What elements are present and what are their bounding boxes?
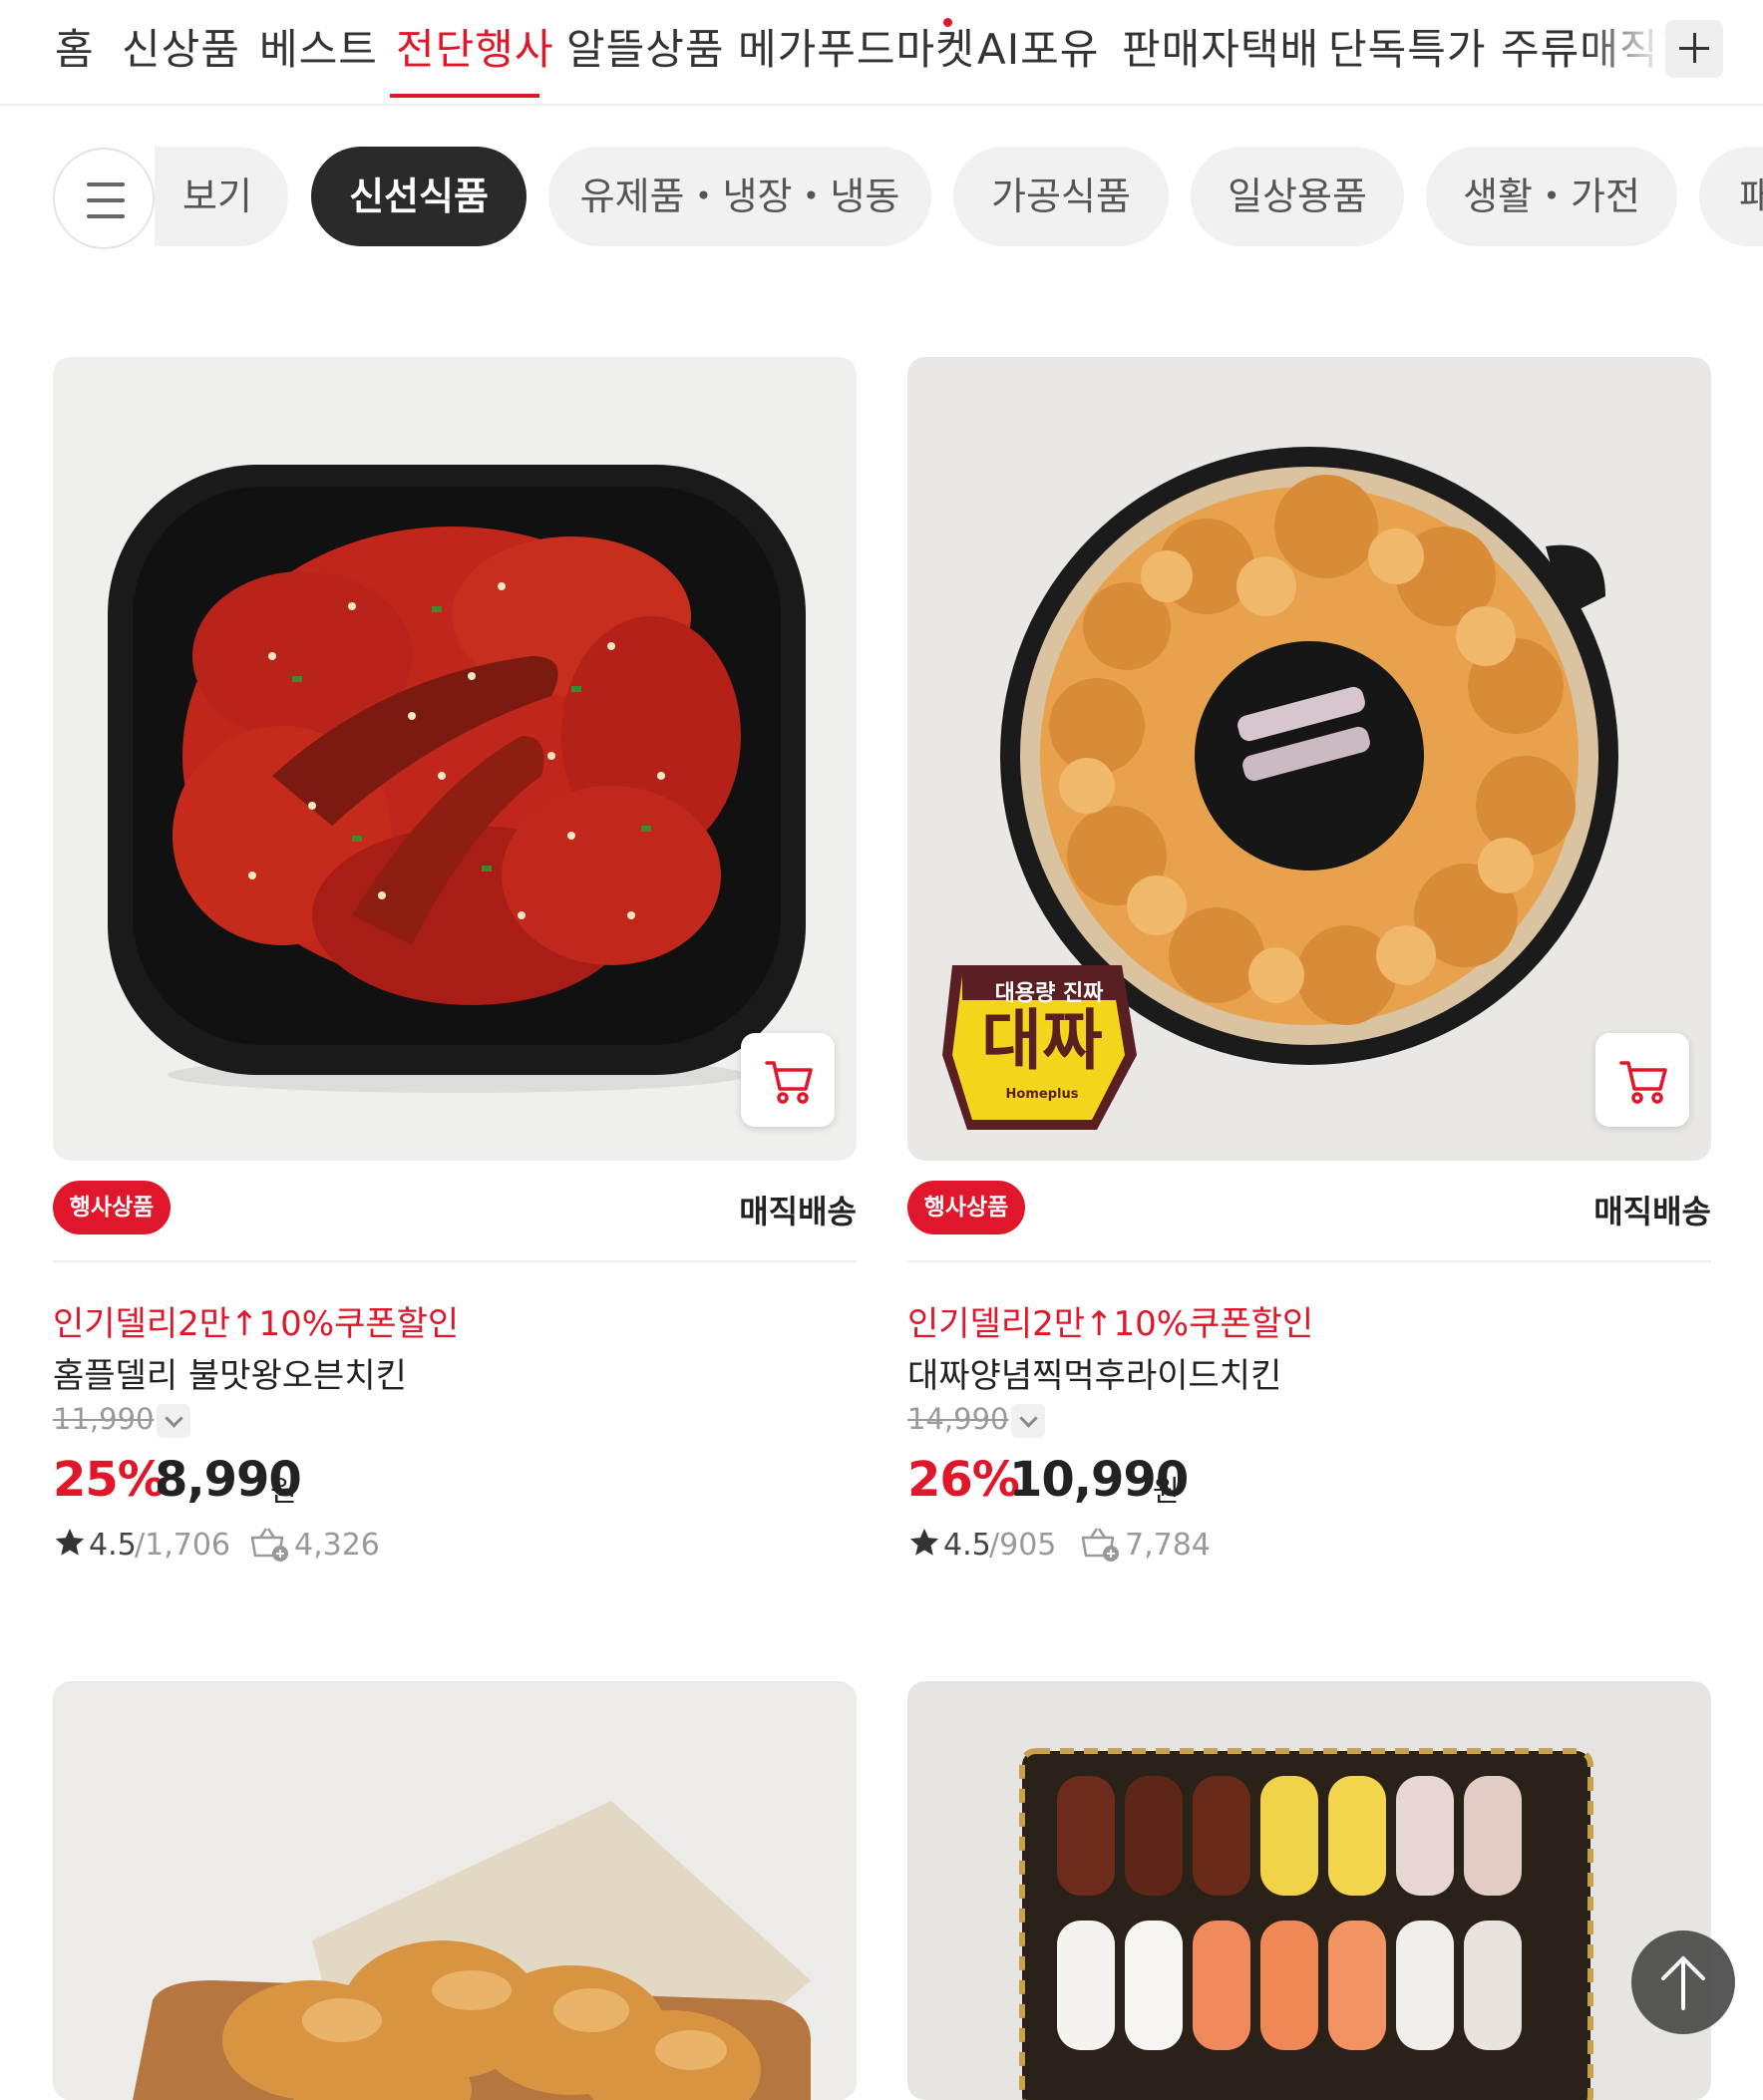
- product-card[interactable]: [907, 1681, 1711, 2100]
- purchase-count: 7,784: [1125, 1528, 1211, 1563]
- product-name[interactable]: 홈플델리 불맛왕오븐치킨: [53, 1348, 407, 1397]
- chip-fresh-food[interactable]: 신선식품: [311, 147, 527, 246]
- subcategory-chips: 보기 신선식품 유제품・냉장・냉동 가공식품 일상용품 생활・가전 패: [0, 140, 1763, 249]
- arrow-up-icon: [1661, 1956, 1705, 2010]
- purchase-count: 4,326: [294, 1528, 380, 1563]
- fried-chicken-platter-image: [53, 1681, 857, 2100]
- original-price: 11,990: [53, 1402, 155, 1436]
- price-detail-chevron-icon[interactable]: [157, 1404, 190, 1438]
- basket-plus-icon: [1081, 1528, 1119, 1562]
- top-category-nav: 홈 신상품 베스트 전단행사 알뜰상품 메가푸드마켓 AI포유 판매자택배 단독…: [0, 0, 1763, 106]
- nav-fade: [1586, 0, 1665, 100]
- sticker-main-text: 대짜: [981, 1002, 1103, 1079]
- yangnyeom-chicken-image: [53, 357, 857, 1161]
- sticker-brand-text: Homeplus: [1005, 1087, 1079, 1102]
- currency-unit: 원: [270, 1474, 297, 1508]
- currency-unit: 원: [1153, 1474, 1180, 1508]
- expand-tabs-button[interactable]: [1665, 20, 1723, 78]
- basket-plus-icon: [250, 1528, 288, 1562]
- sushi-platter-image: [907, 1681, 1711, 2100]
- tab-best[interactable]: 베스트: [259, 22, 378, 78]
- chip-view-all[interactable]: 보기: [155, 147, 288, 246]
- new-indicator-dot: [943, 18, 952, 27]
- chip-label: 패: [1739, 175, 1763, 218]
- chip-label: 보기: [182, 175, 252, 218]
- chip-processed-food[interactable]: 가공식품: [953, 147, 1169, 246]
- divider: [907, 1260, 1711, 1262]
- category-menu-button[interactable]: [53, 148, 155, 249]
- tab-flyer-event[interactable]: 전단행사: [396, 22, 554, 78]
- promo-text: 인기델리2만↑10%쿠폰할인: [53, 1304, 460, 1344]
- star-icon: [55, 1528, 85, 1556]
- product-card[interactable]: 행사상품 매직배송 인기델리2만↑10%쿠폰할인 홈플델리 불맛왕오븐치킨 11…: [53, 357, 857, 1583]
- delivery-type: 매직배송: [739, 1193, 857, 1230]
- tab-exclusive-deal[interactable]: 단독특가: [1328, 22, 1487, 78]
- tab-seller-delivery[interactable]: 판매자택배: [1122, 22, 1319, 78]
- product-name[interactable]: 대짜양념찍먹후라이드치킨: [907, 1348, 1281, 1397]
- product-image[interactable]: [907, 1681, 1711, 2100]
- promo-text: 인기델리2만↑10%쿠폰할인: [907, 1304, 1314, 1344]
- discount-rate: 26%: [907, 1452, 1020, 1508]
- delivery-type: 매직배송: [1593, 1193, 1711, 1230]
- rating-value: 4.5: [89, 1528, 137, 1563]
- product-card[interactable]: [53, 1681, 857, 2100]
- review-count: /1,706: [135, 1528, 230, 1563]
- add-to-cart-button[interactable]: [1595, 1033, 1689, 1127]
- tab-mega-food-market[interactable]: 메가푸드마켓: [738, 22, 975, 78]
- chip-fashion[interactable]: 패: [1699, 147, 1763, 246]
- product-image[interactable]: 대용량 진짜 대짜 Homeplus: [907, 357, 1711, 1161]
- product-image[interactable]: [53, 1681, 857, 2100]
- chip-dairy-chilled-frozen[interactable]: 유제품・냉장・냉동: [548, 147, 931, 246]
- price-detail-chevron-icon[interactable]: [1011, 1404, 1045, 1438]
- cart-icon: [1619, 1061, 1667, 1104]
- add-to-cart-button[interactable]: [741, 1033, 835, 1127]
- tab-home[interactable]: 홈: [55, 22, 95, 78]
- divider: [53, 1260, 857, 1262]
- product-image[interactable]: [53, 357, 857, 1161]
- event-badge: 행사상품: [53, 1181, 171, 1234]
- tab-ai-for-you[interactable]: AI포유: [977, 22, 1099, 78]
- tab-new-products[interactable]: 신상품: [122, 22, 240, 78]
- original-price: 14,990: [907, 1402, 1009, 1436]
- product-card[interactable]: 대용량 진짜 대짜 Homeplus 행사상품 매직배송 인기델리2만↑10%쿠…: [907, 357, 1711, 1583]
- plus-icon: [1665, 20, 1723, 78]
- tab-value-products[interactable]: 알뜰상품: [566, 22, 725, 78]
- review-count: /905: [989, 1528, 1057, 1563]
- event-badge: 행사상품: [907, 1181, 1025, 1234]
- star-icon: [909, 1528, 939, 1556]
- active-tab-underline: [390, 94, 539, 98]
- rating-value: 4.5: [943, 1528, 991, 1563]
- discount-rate: 25%: [53, 1452, 166, 1508]
- chip-living-appliances[interactable]: 생활・가전: [1426, 147, 1677, 246]
- chip-daily-goods[interactable]: 일상용품: [1191, 147, 1404, 246]
- scroll-to-top-button[interactable]: [1631, 1930, 1735, 2034]
- cart-icon: [765, 1061, 813, 1104]
